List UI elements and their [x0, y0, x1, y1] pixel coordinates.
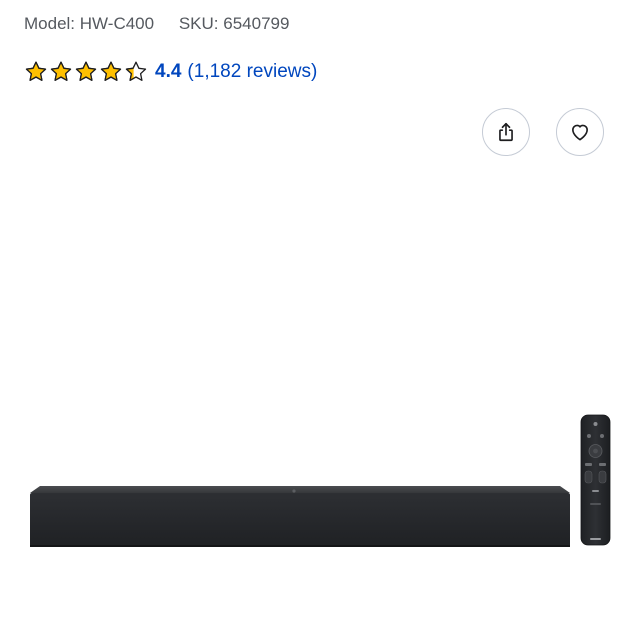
star-icon [75, 61, 97, 81]
heart-icon [572, 124, 588, 141]
sku-label: SKU: [178, 14, 219, 33]
star-icon [100, 61, 122, 81]
model-value: HW-C400 [79, 14, 155, 33]
star-icon [50, 61, 72, 81]
star-icon [125, 61, 147, 81]
rating-row[interactable]: 4.4 (1,182 reviews) [24, 58, 317, 86]
product-page: Model: HW-C400 SKU: 6540799 4.4 (1,182 r… [0, 0, 640, 640]
star-icon [25, 61, 47, 81]
product-meta: Model: HW-C400 SKU: 6540799 [24, 14, 289, 34]
review-count-link[interactable]: (1,182 reviews) [187, 61, 317, 83]
model-label: Model: [24, 14, 76, 33]
soundbar [30, 486, 570, 547]
sku-value: 6540799 [223, 14, 290, 33]
favorite-button[interactable] [556, 108, 604, 156]
rating-value[interactable]: 4.4 [155, 61, 181, 83]
share-icon [499, 122, 513, 142]
star-rating [24, 60, 149, 84]
share-button[interactable] [482, 108, 530, 156]
remote-control [580, 414, 611, 546]
product-image [30, 414, 611, 547]
